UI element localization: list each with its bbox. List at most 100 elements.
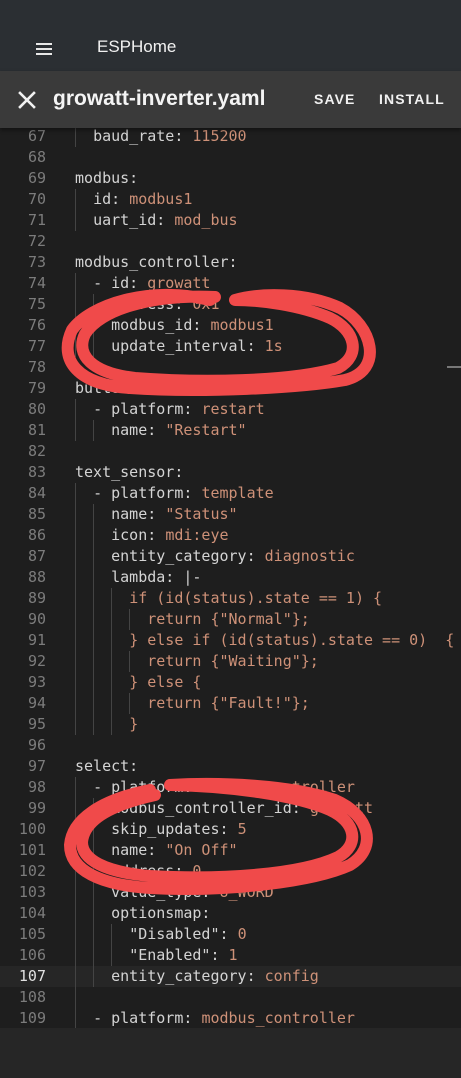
code-line[interactable]: 83 text_sensor: — [0, 462, 461, 483]
code-line[interactable]: 69 modbus: — [0, 168, 461, 189]
code-text: update_interval: 1s — [111, 337, 283, 355]
indent-guide — [93, 504, 95, 735]
code-line[interactable]: 80 - platform: restart — [0, 399, 461, 420]
indent-guide — [75, 128, 76, 147]
line-number: 107 — [18, 967, 46, 985]
indent-guide — [129, 609, 131, 630]
code-editor[interactable]: 67 baud_rate: 115200 68 69 modbus: 70 id: mo… — [0, 128, 461, 1028]
code-line[interactable]: 105 "Disabled": 0 — [0, 924, 461, 945]
indent-guide — [93, 798, 95, 987]
code-line[interactable]: 77 update_interval: 1s — [0, 336, 461, 357]
install-button[interactable]: INSTALL — [379, 90, 445, 108]
code-line[interactable]: 106 "Enabled": 1 — [0, 945, 461, 966]
line-number: 82 — [27, 442, 46, 460]
line-number: 90 — [27, 610, 46, 628]
line-number: 72 — [27, 232, 46, 250]
line-number: 92 — [27, 652, 46, 670]
code-line[interactable]: 100 skip_updates: 5 — [0, 819, 461, 840]
code-text: } else if (id(status).state == 0) { — [129, 631, 455, 649]
code-line[interactable]: 85 name: "Status" — [0, 504, 461, 525]
code-line[interactable]: 88 lambda: |- — [0, 567, 461, 588]
line-number: 87 — [27, 547, 46, 565]
code-line[interactable]: 86 icon: mdi:eye — [0, 525, 461, 546]
code-line[interactable]: 96 — [0, 735, 461, 756]
line-number: 77 — [27, 337, 46, 355]
code-line[interactable]: 78 — [0, 357, 461, 378]
code-text: - platform: modbus_controller — [93, 778, 355, 796]
indent-guide — [93, 294, 95, 357]
code-line[interactable]: 104 optionsmap: — [0, 903, 461, 924]
line-number: 83 — [27, 463, 46, 481]
code-line[interactable]: 73 modbus_controller: — [0, 252, 461, 273]
code-line[interactable]: 99 modbus_controller_id: growatt — [0, 798, 461, 819]
code-line[interactable]: 102 address: 0 — [0, 861, 461, 882]
line-number: 74 — [27, 274, 46, 292]
code-line[interactable]: 75 address: 0x1 — [0, 294, 461, 315]
code-line[interactable]: 81 name: "Restart" — [0, 420, 461, 441]
line-number: 70 — [27, 190, 46, 208]
line-number: 104 — [18, 904, 46, 922]
code-line[interactable]: 93 } else { — [0, 672, 461, 693]
line-number: 106 — [18, 946, 46, 964]
code-text: select: — [75, 757, 139, 775]
indent-guide — [75, 483, 76, 735]
code-text: - id: growatt — [93, 274, 211, 292]
close-icon[interactable] — [12, 85, 42, 115]
file-name-title: growatt-inverter.yaml — [53, 87, 266, 110]
code-line[interactable]: 109 - platform: modbus_controller — [0, 1008, 461, 1028]
scrollbar-marker[interactable] — [447, 366, 461, 368]
code-text: button: — [75, 379, 139, 397]
code-line[interactable]: 92 return {"Waiting"}; — [0, 651, 461, 672]
code-text: } — [129, 715, 139, 733]
line-number: 79 — [27, 379, 46, 397]
line-number: 75 — [27, 295, 46, 313]
code-text: name: "On Off" — [111, 841, 238, 859]
code-line[interactable]: 107 entity_category: config — [0, 966, 461, 987]
save-button[interactable]: SAVE — [314, 90, 356, 108]
indent-guide — [129, 651, 131, 672]
line-number: 97 — [27, 757, 46, 775]
line-number: 69 — [27, 169, 46, 187]
code-text: id: modbus1 — [93, 190, 193, 208]
code-line[interactable]: 91 } else if (id(status).state == 0) { — [0, 630, 461, 651]
code-line[interactable]: 71 uart_id: mod_bus — [0, 210, 461, 231]
code-line[interactable]: 108 — [0, 987, 461, 1008]
line-number: 88 — [27, 568, 46, 586]
code-line[interactable]: 95 } — [0, 714, 461, 735]
line-number: 98 — [27, 778, 46, 796]
code-line[interactable]: 90 return {"Normal"}; — [0, 609, 461, 630]
indent-guide — [93, 420, 95, 441]
code-line[interactable]: 97 select: — [0, 756, 461, 777]
code-text: uart_id: mod_bus — [93, 211, 238, 229]
code-line[interactable]: 89 if (id(status).state == 1) { — [0, 588, 461, 609]
code-line[interactable]: 79 button: — [0, 378, 461, 399]
code-line[interactable]: 87 entity_category: diagnostic — [0, 546, 461, 567]
line-number: 67 — [27, 128, 46, 145]
code-line[interactable]: 94 return {"Fault!"}; — [0, 693, 461, 714]
line-number: 96 — [27, 736, 46, 754]
indent-guide — [111, 588, 113, 735]
status-bar — [0, 0, 461, 24]
code-line[interactable]: 72 — [0, 231, 461, 252]
code-line[interactable]: 82 — [0, 441, 461, 462]
code-line[interactable]: 70 id: modbus1 — [0, 189, 461, 210]
code-line[interactable]: 68 — [0, 147, 461, 168]
code-line[interactable]: 67 baud_rate: 115200 — [0, 128, 461, 147]
hamburger-menu-icon[interactable] — [36, 43, 52, 55]
code-text: - platform: restart — [93, 400, 265, 418]
line-number: 76 — [27, 316, 46, 334]
indent-guide — [129, 693, 131, 714]
app-header — [0, 24, 461, 71]
code-line[interactable]: 84 - platform: template — [0, 483, 461, 504]
line-number: 86 — [27, 526, 46, 544]
code-line[interactable]: 101 name: "On Off" — [0, 840, 461, 861]
code-line[interactable]: 76 modbus_id: modbus1 — [0, 315, 461, 336]
indent-guide — [111, 924, 113, 966]
line-number: 71 — [27, 211, 46, 229]
code-line[interactable]: 74 - id: growatt — [0, 273, 461, 294]
editor-toolbar: growatt-inverter.yaml SAVE INSTALL — [0, 71, 461, 128]
code-text: - platform: template — [93, 484, 274, 502]
code-line[interactable]: 98 - platform: modbus_controller — [0, 777, 461, 798]
code-line[interactable]: 103 value_type: U_WORD — [0, 882, 461, 903]
line-number: 102 — [18, 862, 46, 880]
